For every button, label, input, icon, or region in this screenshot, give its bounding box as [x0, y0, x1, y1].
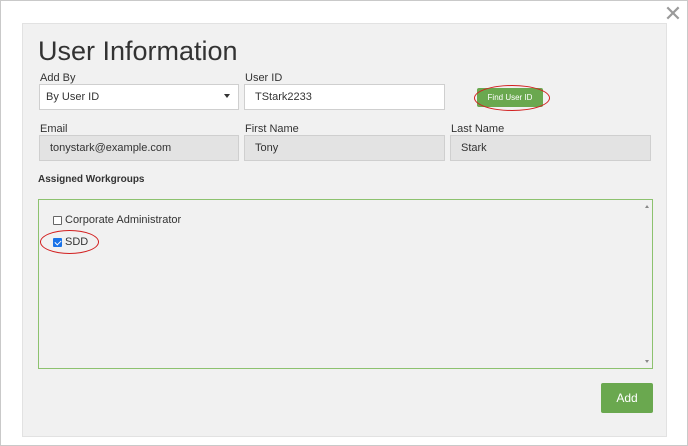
user-id-label: User ID [245, 72, 283, 84]
email-field: tonystark@example.com [39, 135, 239, 161]
modal-frame: ✕ User Information Add By By User ID Use… [0, 0, 688, 446]
corporate-administrator-checkbox[interactable] [53, 215, 62, 225]
scroll-up-icon[interactable] [645, 205, 649, 208]
workgroups-list[interactable]: Corporate Administrator SDD [38, 199, 653, 369]
assigned-workgroups-heading: Assigned Workgroups [38, 174, 145, 185]
annotation-circle-find-button [474, 85, 550, 111]
add-by-label: Add By [40, 72, 76, 84]
list-item-label: Corporate Administrator [65, 214, 182, 226]
chevron-down-icon [224, 94, 230, 98]
last-name-field: Stark [450, 135, 651, 161]
scroll-down-icon[interactable] [645, 360, 649, 363]
annotation-circle-sdd [40, 230, 99, 254]
first-name-field: Tony [244, 135, 445, 161]
list-item[interactable]: Corporate Administrator [53, 214, 181, 226]
first-name-label: First Name [245, 123, 299, 135]
user-id-input[interactable]: TStark2233 [244, 84, 445, 110]
page-title: User Information [38, 36, 238, 66]
email-label: Email [40, 123, 68, 135]
add-by-value: By User ID [46, 91, 100, 103]
last-name-label: Last Name [451, 123, 505, 135]
add-by-select[interactable]: By User ID [39, 84, 239, 110]
user-info-panel: User Information Add By By User ID User … [22, 23, 667, 437]
add-button[interactable]: Add [601, 383, 653, 413]
